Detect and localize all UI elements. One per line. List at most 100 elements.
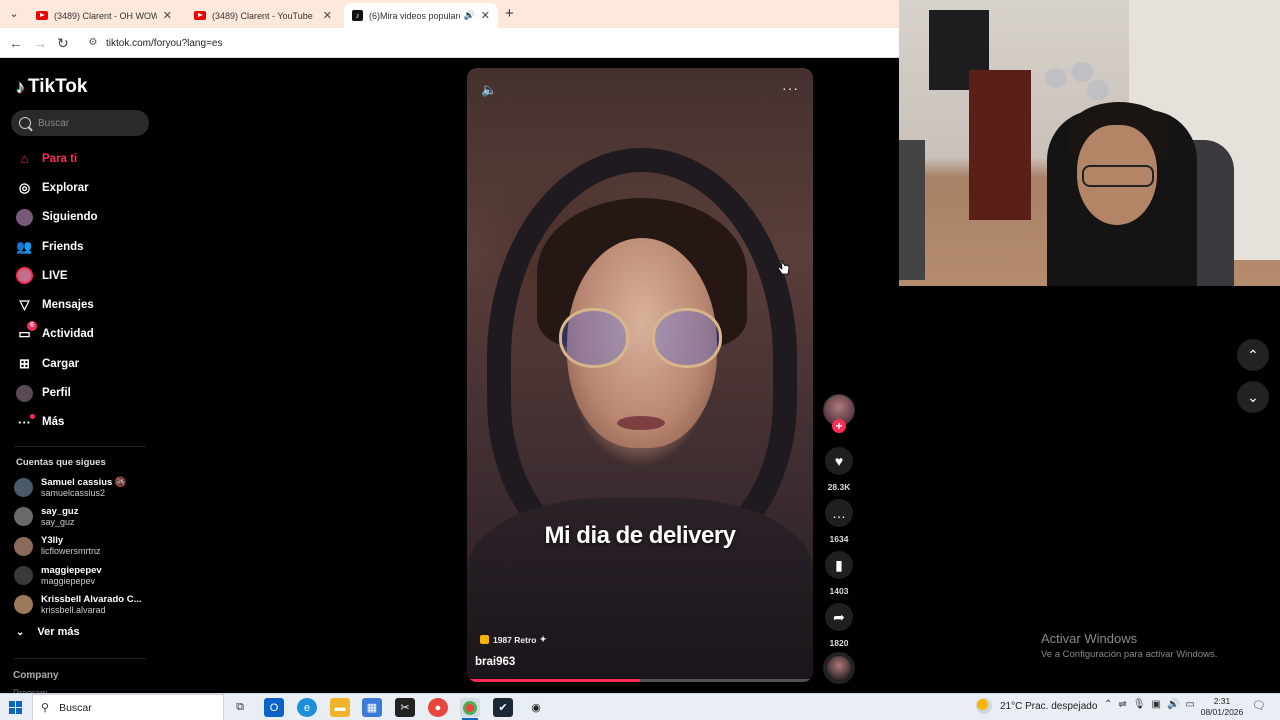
chevron-up-icon[interactable]: ⌃ [1104,699,1112,710]
microphone-icon[interactable]: 🎙 [1133,699,1146,710]
sidebar-item-explorar[interactable]: ◎ Explorar [0,173,160,202]
like-button[interactable]: ♥ [822,447,856,475]
browser-tab-2[interactable]: (3489) Clarent - YouTube ✕ [186,3,340,28]
taskbar-search-input[interactable]: ⚲ Buscar [32,694,224,720]
weather-widget[interactable]: 21°C Prac. despejado [976,698,1097,714]
music-label[interactable]: 1987 Retro ✦ [480,634,547,645]
browser-tab-1[interactable]: (3489) Clarent - OH WOW (Vid ✕ [28,3,180,28]
upload-icon: ⊞ [19,355,30,371]
url-field[interactable]: ⚙ tiktok.com/foryou?lang=es [80,32,895,54]
system-tray: ⌃ ⇌ 🎙 ▣ 🔊 ▭ [1104,699,1195,710]
new-tab-plus-icon[interactable]: + [505,5,514,22]
avatar [14,536,33,556]
footer-company-link[interactable]: Company [13,670,59,681]
sidebar-item-mensajes[interactable]: ▽ Mensajes [0,290,160,319]
watermark-subtitle: Ve a Configuración para activar Windows. [1041,649,1218,660]
file-explorer-icon[interactable]: ▬ [330,698,350,717]
sidebar-item-siguiendo[interactable]: Siguiendo [0,203,160,232]
weather-icon [976,698,992,714]
following-account-item[interactable]: maggiepepev maggiepepev [14,561,164,590]
browser-tab-bar: ⌄ (3489) Clarent - OH WOW (Vid ✕ (3489) … [0,0,900,28]
follow-plus-icon[interactable]: + [832,419,846,433]
outlook-icon[interactable]: O [264,698,284,717]
chrome-active-icon[interactable] [460,698,480,720]
sidebar-item-perfil[interactable]: Perfil [0,378,160,407]
sidebar-item-mas[interactable]: ··· Más [0,408,160,437]
video-frame-mouth [617,416,665,430]
taskbar-clock[interactable]: 2:31 08/01/2026 [1198,696,1246,718]
video-player[interactable]: 🔈 ··· Mi dia de delivery 1987 Retro ✦ br… [467,68,813,682]
avatar [14,507,33,527]
following-account-item[interactable]: Krissbell Alvarado C... krissbell.alvarad [14,590,164,619]
tab-title: (6)Mira videos populares se [369,10,460,21]
sidebar-item-label: Cargar [42,357,80,370]
video-progress-bar[interactable] [467,679,813,682]
more-options-icon[interactable]: ··· [782,80,799,96]
live-icon [16,267,33,285]
video-author[interactable]: brai963 [475,656,515,668]
chevron-down-icon: ⌄ [16,626,25,638]
site-info-icon[interactable]: ⚙ [86,36,100,50]
sidebar-item-friends[interactable]: 👥 Friends [0,232,160,261]
account-handle: say_guz [41,516,75,527]
screen: ⌄ (3489) Clarent - OH WOW (Vid ✕ (3489) … [0,0,1280,720]
reload-icon[interactable]: ↻ [57,35,69,52]
tab-title: (3489) Clarent - OH WOW (Vid [54,10,157,21]
comment-icon: … [825,499,853,527]
sidebar-item-label: Siguiendo [42,211,98,224]
music-disc[interactable] [823,652,855,684]
sidebar-item-para-ti[interactable]: ⌂ Para ti [0,144,160,173]
account-name: Samuel cassius 🚳 [41,476,127,488]
monitor-icon[interactable]: ▭ [1185,699,1194,710]
webcam-balloon [1071,62,1093,82]
following-account-item[interactable]: Samuel cassius 🚳 samuelcassius2 [14,473,164,502]
sidebar-item-label: Friends [42,240,84,253]
volume-icon[interactable]: 🔈 [481,82,497,98]
usb-icon[interactable]: ⇌ [1118,699,1126,710]
sidebar-item-cargar[interactable]: ⊞ Cargar [0,349,160,378]
speaker-icon[interactable]: 🔊 [464,10,475,21]
account-name: Y3lly [41,535,64,547]
tab-list-chevron-icon[interactable]: ⌄ [6,6,22,22]
search-input[interactable]: Buscar [11,110,149,136]
avatar [14,595,33,615]
back-arrow-icon[interactable]: ← [9,35,23,51]
steam-icon[interactable]: ✔ [493,698,513,717]
see-more-button[interactable]: ⌄ Ver más [16,626,80,638]
sidebar-item-label: Para ti [42,152,78,165]
edge-icon[interactable]: e [297,698,317,717]
windows-start-icon[interactable] [9,701,22,714]
share-button[interactable]: ➦ [822,603,856,631]
following-account-item[interactable]: say_guz say_guz [14,502,164,531]
forward-arrow-icon[interactable]: → [33,35,47,51]
browser-tab-3[interactable]: ♪ (6)Mira videos populares se 🔊 ✕ [344,3,498,28]
obs-icon[interactable]: ◉ [526,698,546,717]
store-icon[interactable]: ▦ [362,698,382,717]
account-handle: maggiepepev [41,575,96,586]
following-account-item[interactable]: Y3lly licflowersmrtnz [14,532,164,561]
music-icon [480,635,489,644]
logo-text: TikTok [28,76,88,97]
divider [14,446,146,447]
sidebar-item-live[interactable]: LIVE [0,261,160,290]
comment-button[interactable]: … [822,499,856,527]
task-view-icon[interactable]: ⧉ [230,698,250,717]
video-progress-fill [467,679,640,682]
see-more-label: Ver más [37,626,80,638]
volume-icon[interactable]: 🔊 [1167,699,1179,710]
previous-video-button[interactable]: ⌃ [1237,339,1269,371]
tiktok-note-icon: ♪ [16,76,25,97]
close-icon[interactable]: ✕ [163,9,172,22]
next-video-button[interactable]: ⌄ [1237,381,1269,413]
close-icon[interactable]: ✕ [481,9,490,22]
close-icon[interactable]: ✕ [323,9,332,22]
chrome-icon[interactable]: ● [428,698,448,717]
network-icon[interactable]: ▣ [1151,699,1160,710]
sidebar-item-actividad[interactable]: ▭ 6 Actividad [0,320,160,349]
webcam-overlay [899,0,1280,286]
capcut-icon[interactable]: ✂ [395,698,415,717]
save-button[interactable]: ▮ [822,551,856,579]
tiktok-logo[interactable]: ♪ TikTok [16,76,87,98]
address-bar: ← → ↻ ⚙ tiktok.com/foryou?lang=es [0,28,900,58]
notification-center-icon[interactable]: 🗨 [1252,699,1266,712]
